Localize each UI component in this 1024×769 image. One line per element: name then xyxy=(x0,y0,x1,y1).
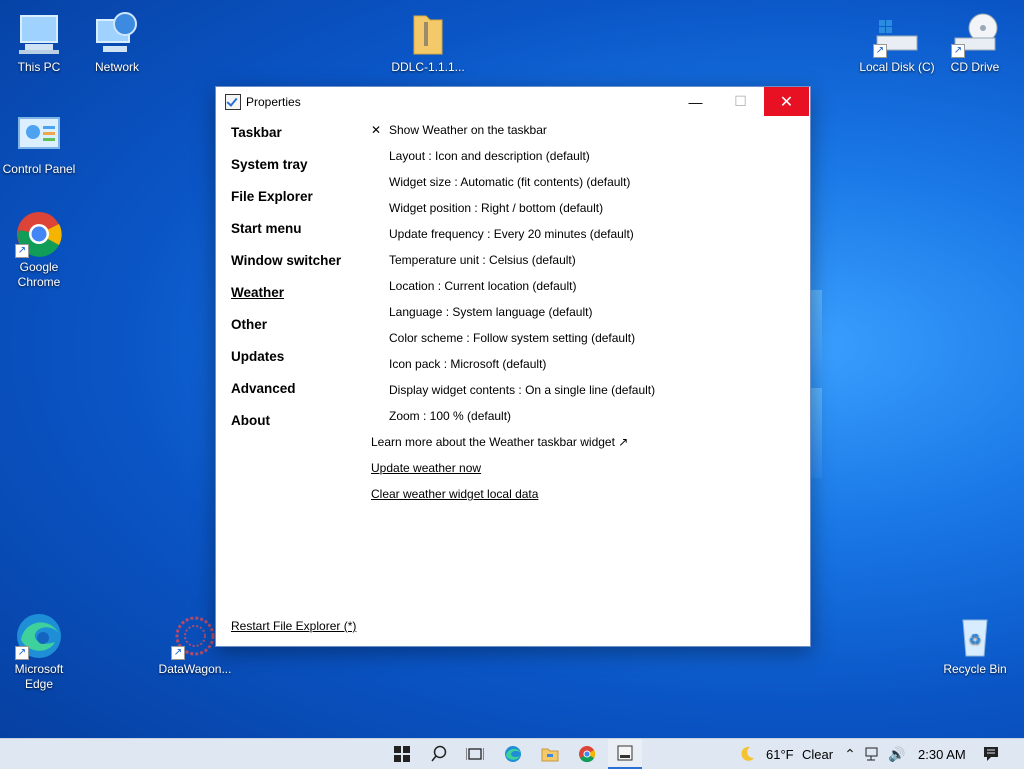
properties-window: Properties — ☐ ✕ Taskbar System tray Fil… xyxy=(215,86,811,647)
task-view-button[interactable] xyxy=(461,739,489,769)
properties-checkbox-icon xyxy=(225,94,241,110)
link-label: Update weather now xyxy=(371,461,482,475)
desktop-icon-label: Google Chrome xyxy=(17,260,61,289)
setting-label: Widget position : Right / bottom (defaul… xyxy=(389,201,604,215)
taskbar-file-explorer[interactable] xyxy=(535,739,565,769)
nav-item-window-switcher[interactable]: Window switcher xyxy=(231,253,341,285)
title-bar[interactable]: Properties — ☐ ✕ xyxy=(216,87,810,117)
taskbar-properties-window[interactable] xyxy=(608,739,642,769)
nav-item-file-explorer[interactable]: File Explorer xyxy=(231,189,341,221)
computer-icon xyxy=(15,10,63,58)
taskbar-chrome[interactable] xyxy=(572,739,602,769)
chrome-icon xyxy=(579,746,596,763)
weather-condition[interactable]: Clear xyxy=(802,747,833,762)
nav-item-advanced[interactable]: Advanced xyxy=(231,381,341,413)
desktop-icon-recycle-bin[interactable]: ♻ Recycle Bin xyxy=(936,612,1014,677)
nav-item-system-tray[interactable]: System tray xyxy=(231,157,341,189)
setting-label: Update frequency : Every 20 minutes (def… xyxy=(389,227,634,241)
desktop-icon-microsoft-edge[interactable]: ↗ Microsoft Edge xyxy=(0,612,78,692)
setting-label: Location : Current location (default) xyxy=(389,279,577,293)
search-button[interactable] xyxy=(425,739,453,769)
moon-icon xyxy=(741,746,754,761)
desktop-icon-label: Local Disk (C) xyxy=(859,60,935,74)
taskbar-edge[interactable] xyxy=(498,739,528,769)
desktop-icon-ddlc-folder[interactable]: DDLC-1.1.1... xyxy=(389,10,467,75)
shortcut-arrow-icon: ↗ xyxy=(873,44,887,58)
folder-icon xyxy=(541,748,559,762)
link-label: Clear weather widget local data xyxy=(371,487,539,501)
section-nav: Taskbar System tray File Explorer Start … xyxy=(231,125,341,445)
notifications-button[interactable] xyxy=(980,739,1002,769)
recycle-bin-icon: ♻ xyxy=(951,612,999,660)
setting-label: Zoom : 100 % (default) xyxy=(389,409,512,423)
start-button[interactable] xyxy=(388,739,416,769)
setting-label: Language : System language (default) xyxy=(389,305,593,319)
desktop-icon-label: Network xyxy=(94,60,139,74)
desktop-icon-label: Control Panel xyxy=(2,162,76,176)
hard-drive-icon: ↗ xyxy=(873,10,921,58)
window-title: Properties xyxy=(246,95,301,109)
desktop-icon-local-disk[interactable]: ↗ Local Disk (C) xyxy=(858,10,936,75)
setting-label: Display widget contents : On a single li… xyxy=(389,383,656,397)
desktop-icon-this-pc[interactable]: This PC xyxy=(0,10,78,75)
desktop-icon-label: DataWagon... xyxy=(158,662,232,676)
nav-item-about[interactable]: About xyxy=(231,413,341,445)
cd-drive-icon: ↗ xyxy=(951,10,999,58)
nav-item-start-menu[interactable]: Start menu xyxy=(231,221,341,253)
clock[interactable]: 2:30 AM xyxy=(918,747,966,762)
desktop-icon-network[interactable]: Network xyxy=(78,10,156,75)
weather-temperature[interactable]: 61°F xyxy=(766,747,794,762)
desktop-icon-label: DDLC-1.1.1... xyxy=(391,60,465,74)
setting-label: Widget size : Automatic (fit contents) (… xyxy=(389,175,631,189)
setting-label: Icon pack : Microsoft (default) xyxy=(389,357,547,371)
desktop-icon-label: CD Drive xyxy=(950,60,1000,74)
nav-item-updates[interactable]: Updates xyxy=(231,349,341,381)
shortcut-arrow-icon: ↗ xyxy=(15,646,29,660)
shortcut-arrow-icon: ↗ xyxy=(15,244,29,258)
shortcut-arrow-icon: ↗ xyxy=(951,44,965,58)
link-label: Learn more about the Weather taskbar wid… xyxy=(371,435,629,449)
desktop-icon-control-panel[interactable]: Control Panel xyxy=(0,112,78,177)
weather-widget-icon[interactable] xyxy=(736,739,758,769)
network-icon xyxy=(93,10,141,58)
edge-icon: ↗ xyxy=(15,612,63,660)
maximize-button[interactable]: ☐ xyxy=(718,87,763,116)
minimize-button[interactable]: — xyxy=(673,87,718,116)
chevron-up-icon[interactable]: ⌃ xyxy=(841,739,859,769)
desktop-icon-cd-drive[interactable]: ↗ CD Drive xyxy=(936,10,1014,75)
setting-label: Color scheme : Follow system setting (de… xyxy=(389,331,636,345)
datawagon-icon: ↗ xyxy=(171,612,219,660)
svg-text:♻: ♻ xyxy=(969,631,982,647)
windows-logo-icon xyxy=(394,746,410,762)
edge-icon xyxy=(505,746,521,762)
desktop-icon-google-chrome[interactable]: ↗ Google Chrome xyxy=(0,210,78,290)
volume-icon[interactable]: 🔊 xyxy=(886,739,908,769)
network-status-icon[interactable] xyxy=(863,739,883,769)
search-icon xyxy=(431,745,447,762)
control-panel-icon xyxy=(15,112,63,160)
chrome-icon: ↗ xyxy=(15,210,63,258)
setting-label: Temperature unit : Celsius (default) xyxy=(389,253,576,267)
properties-app-icon xyxy=(617,745,633,761)
setting-label: Show Weather on the taskbar xyxy=(389,123,547,137)
desktop-icon-label: Recycle Bin xyxy=(943,662,1007,676)
close-button[interactable]: ✕ xyxy=(764,87,809,116)
nav-item-weather[interactable]: Weather xyxy=(231,285,341,317)
setting-label: Layout : Icon and description (default) xyxy=(389,149,590,163)
folder-zip-icon xyxy=(404,10,452,58)
shortcut-arrow-icon: ↗ xyxy=(171,646,185,660)
nav-item-taskbar[interactable]: Taskbar xyxy=(231,125,341,157)
taskbar: 61°F Clear ⌃ 🔊 2:30 AM xyxy=(0,738,1024,769)
check-mark-icon: ✕ xyxy=(371,123,382,137)
action-center-icon xyxy=(984,747,998,761)
desktop-icon-label: Microsoft Edge xyxy=(14,662,64,691)
task-view-icon xyxy=(466,748,484,760)
restart-file-explorer-link[interactable]: Restart File Explorer (*) xyxy=(231,619,356,633)
nav-item-other[interactable]: Other xyxy=(231,317,341,349)
network-monitor-icon xyxy=(865,747,878,761)
desktop-icon-label: This PC xyxy=(17,60,61,74)
